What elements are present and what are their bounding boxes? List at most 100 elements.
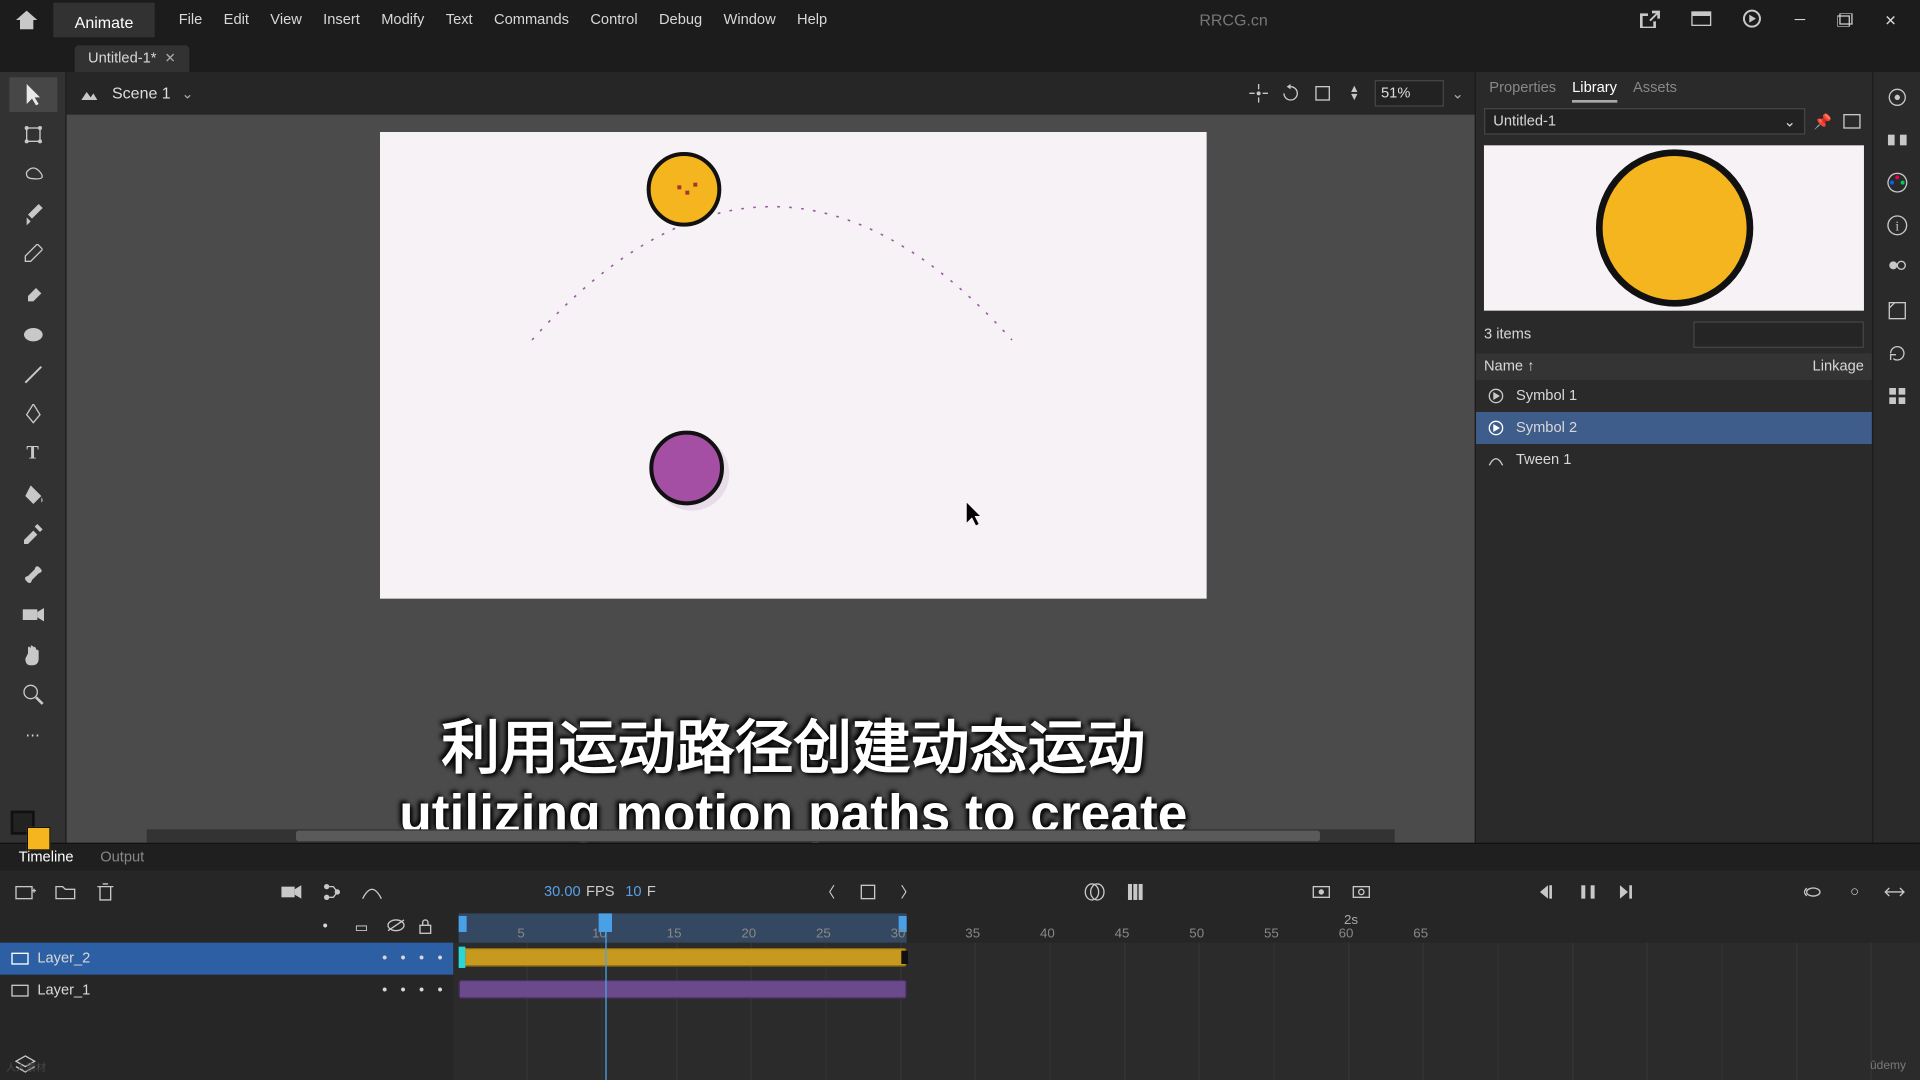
- panel-tab-properties[interactable]: Properties: [1489, 80, 1556, 103]
- bone-tool[interactable]: [9, 557, 57, 592]
- clip-stage-icon[interactable]: [1310, 81, 1334, 105]
- menu-view[interactable]: View: [260, 7, 313, 34]
- minimize-button[interactable]: ─: [1781, 7, 1818, 34]
- panel-tab-assets[interactable]: Assets: [1633, 80, 1677, 103]
- align-panel-icon[interactable]: [1882, 125, 1911, 154]
- menu-text[interactable]: Text: [435, 7, 483, 34]
- library-col-name[interactable]: Name ↑: [1484, 359, 1535, 375]
- prev-frame-icon[interactable]: 〈: [813, 877, 842, 906]
- pencil-tool[interactable]: [9, 237, 57, 272]
- playhead[interactable]: [605, 913, 606, 1080]
- layer-name[interactable]: Layer_1: [37, 983, 374, 999]
- oval-tool[interactable]: [9, 317, 57, 352]
- onion-range[interactable]: [459, 913, 907, 942]
- center-stage-icon[interactable]: [1246, 81, 1270, 105]
- zoom-input[interactable]: 51%: [1374, 80, 1443, 107]
- menu-modify[interactable]: Modify: [371, 7, 436, 34]
- canvas[interactable]: 利用运动路径创建动态运动 utilizing motion paths to c…: [380, 132, 1207, 599]
- library-col-linkage[interactable]: Linkage: [1813, 359, 1864, 375]
- transform-panel-icon[interactable]: [1882, 296, 1911, 325]
- library-document-dropdown[interactable]: Untitled-1 ⌄: [1484, 108, 1805, 135]
- hand-tool[interactable]: [9, 637, 57, 672]
- step-forward-icon[interactable]: [1613, 877, 1642, 906]
- menu-window[interactable]: Window: [713, 7, 786, 34]
- stage[interactable]: 利用运动路径创建动态运动 utilizing motion paths to c…: [67, 115, 1475, 843]
- more-tools[interactable]: ⋯: [9, 717, 57, 752]
- delete-layer-icon[interactable]: [91, 877, 120, 906]
- lasso-tool[interactable]: [9, 157, 57, 192]
- swatches-panel-icon[interactable]: [1882, 253, 1911, 282]
- layer-visible-dot[interactable]: •: [419, 983, 424, 999]
- library-item[interactable]: Symbol 2: [1476, 412, 1872, 444]
- menu-insert[interactable]: Insert: [313, 7, 371, 34]
- edit-multiple-frames-icon[interactable]: [1120, 877, 1149, 906]
- menu-commands[interactable]: Commands: [483, 7, 579, 34]
- zoom-chevron-icon[interactable]: ⌄: [1452, 85, 1464, 102]
- keyframe-icon[interactable]: [901, 951, 908, 964]
- zoom-timeline-icon[interactable]: [1880, 877, 1909, 906]
- components-panel-icon[interactable]: [1882, 381, 1911, 410]
- pen-tool[interactable]: [9, 397, 57, 432]
- paint-bucket-tool[interactable]: [9, 477, 57, 512]
- eraser-tool[interactable]: [9, 277, 57, 312]
- purple-circle[interactable]: [649, 431, 724, 506]
- visibility-col-icon[interactable]: [387, 919, 406, 938]
- menu-edit[interactable]: Edit: [213, 7, 260, 34]
- layer-outline-dot[interactable]: •: [401, 951, 406, 967]
- layer-highlight-dot[interactable]: •: [382, 951, 387, 967]
- menu-control[interactable]: Control: [580, 7, 649, 34]
- layer-highlight-dot[interactable]: •: [382, 983, 387, 999]
- library-item[interactable]: Tween 1: [1476, 444, 1872, 476]
- rotate-stage-icon[interactable]: [1278, 81, 1302, 105]
- history-panel-icon[interactable]: [1882, 339, 1911, 368]
- free-transform-tool[interactable]: [9, 117, 57, 152]
- document-tab[interactable]: Untitled-1* ✕: [75, 45, 189, 72]
- loop-icon[interactable]: [1800, 877, 1829, 906]
- new-layer-icon[interactable]: [11, 877, 40, 906]
- close-button[interactable]: ✕: [1872, 7, 1909, 34]
- insert-blank-keyframe-icon[interactable]: [1347, 877, 1376, 906]
- current-frame[interactable]: 10: [625, 884, 641, 900]
- home-button[interactable]: [5, 5, 48, 34]
- info-panel-icon[interactable]: i: [1882, 211, 1911, 240]
- brush-tool[interactable]: [9, 197, 57, 232]
- timeline-ruler[interactable]: 5 10 15 20 25 30 35 40 45 50 55 60 65 2s: [453, 913, 1920, 942]
- app-tab[interactable]: Animate: [53, 3, 154, 38]
- camera-tool[interactable]: [9, 597, 57, 632]
- onion-skin-icon[interactable]: [1080, 877, 1109, 906]
- library-item[interactable]: Symbol 1: [1476, 380, 1872, 412]
- layer-visible-dot[interactable]: •: [419, 951, 424, 967]
- cc-libraries-icon[interactable]: [1882, 83, 1911, 112]
- layer-row[interactable]: Layer_2 • • • •: [0, 943, 453, 975]
- color-panel-icon[interactable]: [1882, 168, 1911, 197]
- marker-icon[interactable]: ○: [1840, 877, 1869, 906]
- lock-col-icon[interactable]: [419, 919, 438, 938]
- close-icon[interactable]: ✕: [164, 51, 175, 66]
- line-tool[interactable]: [9, 357, 57, 392]
- output-tab[interactable]: Output: [95, 847, 150, 868]
- scene-name[interactable]: Scene 1: [112, 84, 171, 103]
- menu-file[interactable]: File: [168, 7, 213, 34]
- menu-help[interactable]: Help: [786, 7, 837, 34]
- eyedropper-tool[interactable]: [9, 517, 57, 552]
- keyframe-marker[interactable]: [459, 947, 466, 968]
- outline-col-icon[interactable]: ▭: [355, 919, 374, 938]
- workspace-icon[interactable]: [1680, 3, 1723, 36]
- selection-tool[interactable]: [9, 77, 57, 112]
- motion-tween-span[interactable]: [459, 948, 907, 967]
- layer-lock-dot[interactable]: •: [438, 951, 443, 967]
- color-swatches[interactable]: [11, 811, 35, 835]
- stage-h-scrollbar[interactable]: [147, 829, 1395, 842]
- library-search[interactable]: [1693, 321, 1864, 348]
- maximize-button[interactable]: [1827, 7, 1864, 34]
- highlight-col-icon[interactable]: •: [323, 919, 342, 938]
- zoom-stepper-icon[interactable]: ▲▼: [1342, 81, 1366, 105]
- fps-value[interactable]: 30.00: [544, 884, 581, 900]
- new-folder-icon[interactable]: [51, 877, 80, 906]
- new-library-icon[interactable]: [1840, 109, 1864, 133]
- next-frame-icon[interactable]: 〉: [893, 877, 922, 906]
- layer-name[interactable]: Layer_2: [37, 951, 374, 967]
- pin-library-icon[interactable]: 📌: [1811, 109, 1835, 133]
- layer-row[interactable]: Layer_1 • • • •: [0, 975, 453, 1007]
- scene-icon[interactable]: [77, 81, 101, 105]
